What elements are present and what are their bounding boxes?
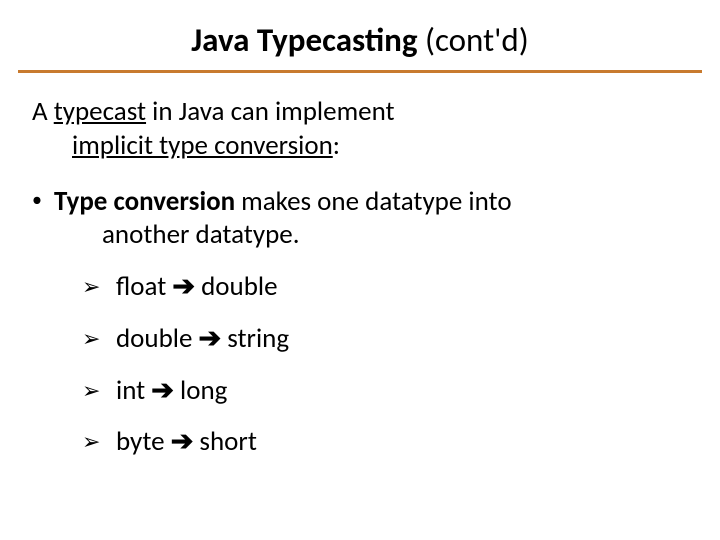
arrow-icon: ➔ [199, 322, 222, 356]
arrow-from-2: int [116, 374, 151, 407]
arrow-icon: ➔ [171, 425, 194, 459]
intro-typecast: typecast [54, 95, 146, 128]
arrow-list: ➢ float ➔ double➢ double ➔ string➢ int ➔… [82, 270, 688, 459]
arrow-body-0: float ➔ double [116, 270, 278, 304]
arrow-body-1: double ➔ string [116, 322, 289, 356]
slide-content: A typecast in Java can implement implici… [0, 95, 720, 459]
arrow-to-1: string [221, 322, 289, 355]
arrow-marker-icon: ➢ [82, 428, 116, 456]
arrow-from-3: byte [116, 425, 171, 458]
title-divider [18, 70, 702, 73]
intro-implicit: implicit type conversion [72, 129, 333, 162]
arrow-row-3: ➢ byte ➔ short [82, 425, 688, 459]
arrow-row-2: ➢ int ➔ long [82, 374, 688, 408]
arrow-from-1: double [116, 322, 199, 355]
bullet-item-1: • Type conversion makes one datatype int… [32, 185, 688, 219]
intro-text-mid: in Java can implement [146, 95, 395, 128]
arrow-marker-icon: ➢ [82, 273, 116, 301]
intro-text-a: A [32, 95, 54, 128]
slide-title: Java Typecasting (cont'd) [40, 20, 680, 60]
arrow-from-0: float [116, 270, 172, 303]
arrow-row-1: ➢ double ➔ string [82, 322, 688, 356]
bullet-bold-1: Type conversion [54, 185, 235, 218]
bullet-rest-1: makes one datatype into [235, 185, 511, 218]
title-normal-part: (cont'd) [418, 20, 529, 60]
bullet-text-1-line-2: another datatype. [102, 218, 688, 252]
slide-title-block: Java Typecasting (cont'd) [0, 20, 720, 70]
arrow-to-2: long [174, 374, 227, 407]
arrow-marker-icon: ➢ [82, 325, 116, 353]
arrow-to-0: double [195, 270, 278, 303]
intro-colon: : [333, 129, 340, 162]
title-bold-part: Java Typecasting [191, 20, 417, 60]
intro-line-1: A typecast in Java can implement [32, 95, 688, 129]
intro-line-2: implicit type conversion: [72, 129, 688, 163]
arrow-row-0: ➢ float ➔ double [82, 270, 688, 304]
arrow-to-3: short [193, 425, 257, 458]
arrow-body-3: byte ➔ short [116, 425, 257, 459]
arrow-body-2: int ➔ long [116, 374, 227, 408]
arrow-icon: ➔ [151, 374, 174, 408]
bullet-dot-icon: • [32, 185, 54, 215]
arrow-marker-icon: ➢ [82, 377, 116, 405]
bullet-text-1: Type conversion makes one datatype into [54, 185, 688, 219]
arrow-icon: ➔ [172, 270, 195, 304]
